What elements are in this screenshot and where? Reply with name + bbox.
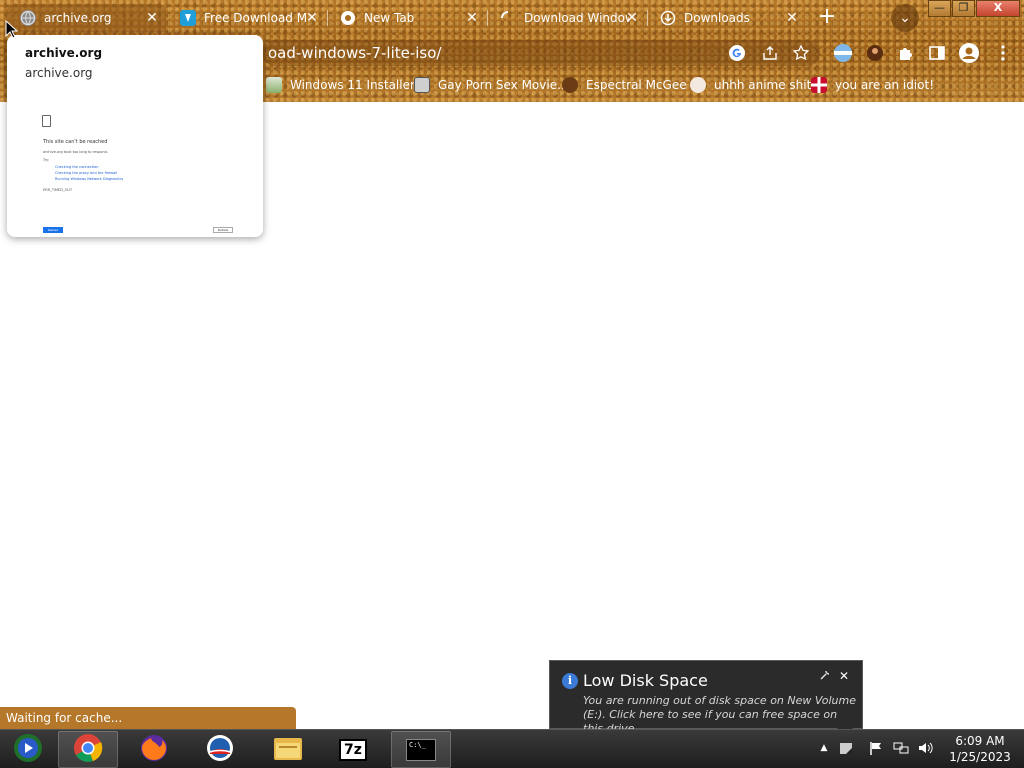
tab-title: Free Download M (204, 11, 308, 25)
bookmark-star-icon[interactable] (792, 44, 810, 62)
preview-suggestion: Checking the proxy and the firewall (55, 171, 118, 175)
obama-logo-icon (205, 733, 235, 767)
minimize-button[interactable]: — (928, 0, 951, 17)
tab-downloads[interactable]: Downloads ✕ (646, 4, 806, 32)
taskbar-chrome[interactable] (58, 731, 118, 768)
side-panel-icon[interactable] (926, 42, 948, 64)
preview-reload-button: Reload (43, 227, 63, 233)
taskbar-firefox[interactable] (124, 731, 184, 768)
clock-date: 1/25/2023 (949, 750, 1011, 764)
downloads-icon (660, 10, 676, 26)
network-icon[interactable] (893, 740, 909, 756)
preview-error-code: ERR_TIMED_OUT (43, 188, 73, 192)
anime-avatar-icon (690, 77, 706, 93)
show-hidden-icons-arrow[interactable]: ▲ (816, 740, 832, 756)
system-clock[interactable]: 6:09 AM 1/25/2023 (944, 733, 1016, 765)
globe-icon (20, 10, 36, 26)
download-site-icon (180, 10, 196, 26)
status-bubble: Waiting for cache... (0, 707, 296, 729)
tab-close-button[interactable]: ✕ (784, 10, 800, 26)
cmd-icon: C:\_ (406, 738, 436, 761)
maximize-button[interactable]: ❐ (952, 0, 975, 17)
taskbar-7zip[interactable]: 7z (323, 731, 383, 768)
bookmark-movie-site[interactable]: Gay Porn Sex Movie... (414, 75, 569, 95)
action-center-flag-icon[interactable] (868, 740, 884, 756)
firefox-icon (139, 733, 169, 767)
clock-time: 6:09 AM (955, 734, 1005, 748)
notification-title: Low Disk Space (583, 671, 708, 690)
profile-avatar-icon[interactable] (958, 42, 980, 64)
7zip-icon: 7z (339, 738, 367, 761)
preview-try-label: Try: (43, 158, 50, 162)
image-thumbnail-icon (266, 77, 282, 93)
tab-download-windows[interactable]: Download Window ✕ (486, 4, 646, 32)
url-text[interactable]: oad-windows-7-lite-iso/ (262, 44, 441, 62)
bookmark-you-are-an-idiot[interactable]: you are an idiot! (811, 75, 934, 95)
new-tab-button[interactable]: + (814, 5, 840, 31)
mouse-cursor-icon (5, 20, 19, 39)
notification-close-button[interactable]: ✕ (837, 669, 851, 683)
tab-preview-thumbnail: This site can't be reached archive.org t… (7, 95, 263, 237)
pixel-art-icon (414, 77, 430, 93)
tab-new-tab[interactable]: New Tab ✕ (326, 4, 486, 32)
preview-error-line: archive.org took too long to respond. (43, 150, 108, 154)
bookmark-espectral-mcgee[interactable]: Espectral McGee (562, 75, 687, 95)
hover-card-domain: archive.org (25, 66, 93, 80)
tab-strip: archive.org ✕ Free Download M ✕ New Tab … (0, 0, 1024, 34)
bookmark-label: Windows 11 Installer (290, 78, 415, 92)
bookmark-windows-11-installer[interactable]: Windows 11 Installer (266, 75, 415, 95)
hover-card-title: archive.org (25, 46, 103, 60)
preview-error-message: This site can't be reached (43, 139, 108, 145)
taskbar-file-explorer[interactable] (258, 731, 318, 768)
wrench-icon[interactable] (818, 669, 832, 683)
tab-hover-card: archive.org archive.org This site can't … (7, 35, 263, 237)
tab-title: Download Window (524, 11, 629, 25)
menu-dots-icon[interactable] (992, 42, 1014, 64)
extensions-puzzle-icon[interactable] (895, 42, 917, 64)
google-lens-icon[interactable] (728, 44, 746, 62)
tab-close-button[interactable]: ✕ (304, 10, 320, 26)
bookmark-label: Espectral McGee (586, 78, 687, 92)
preview-suggestion: Running Windows Network Diagnostics (55, 177, 124, 181)
taskbar: 7z C:\_ ▲ 6:09 AM 1/25/2023 (0, 729, 1024, 768)
taskbar-obama-app[interactable] (190, 731, 250, 768)
taskbar-command-prompt[interactable]: C:\_ (391, 731, 451, 768)
tab-search-button[interactable]: ⌄ (891, 4, 919, 32)
low-disk-space-notification[interactable]: i Low Disk Space You are running out of … (549, 660, 863, 738)
preview-suggestion: Checking the connection (55, 165, 99, 169)
broken-page-icon (42, 115, 51, 127)
loading-icon (500, 10, 516, 26)
preview-details-button: Details (213, 227, 233, 233)
chrome-icon (73, 733, 103, 767)
bookmark-label: uhhh anime shit (714, 78, 812, 92)
extension-flag-icon[interactable] (832, 42, 854, 64)
address-bar[interactable]: oad-windows-7-lite-iso/ (262, 40, 820, 66)
tab-close-button[interactable]: ✕ (624, 10, 640, 26)
close-window-button[interactable]: X (976, 0, 1020, 17)
share-icon[interactable] (761, 44, 779, 62)
tab-archive[interactable]: archive.org ✕ (6, 4, 166, 32)
disk-warning-icon[interactable] (838, 740, 854, 756)
uk-flag-icon (811, 77, 827, 93)
tab-free-download[interactable]: Free Download M ✕ (166, 4, 326, 32)
bookmark-label: Gay Porn Sex Movie... (438, 78, 569, 92)
profile-extension-icon[interactable] (864, 42, 886, 64)
taskbar-media-center[interactable] (0, 731, 55, 768)
character-avatar-icon (562, 77, 578, 93)
info-icon: i (562, 673, 578, 689)
tab-close-button[interactable]: ✕ (144, 10, 160, 26)
bookmark-label: you are an idiot! (835, 78, 934, 92)
media-center-icon (13, 733, 43, 767)
chrome-icon (340, 10, 356, 26)
tab-close-button[interactable]: ✕ (464, 10, 480, 26)
folder-icon (272, 734, 304, 766)
volume-icon[interactable] (917, 740, 933, 756)
tab-title: archive.org (44, 11, 112, 25)
bookmark-anime[interactable]: uhhh anime shit (690, 75, 811, 95)
tab-title: New Tab (364, 11, 415, 25)
tab-title: Downloads (684, 11, 750, 25)
